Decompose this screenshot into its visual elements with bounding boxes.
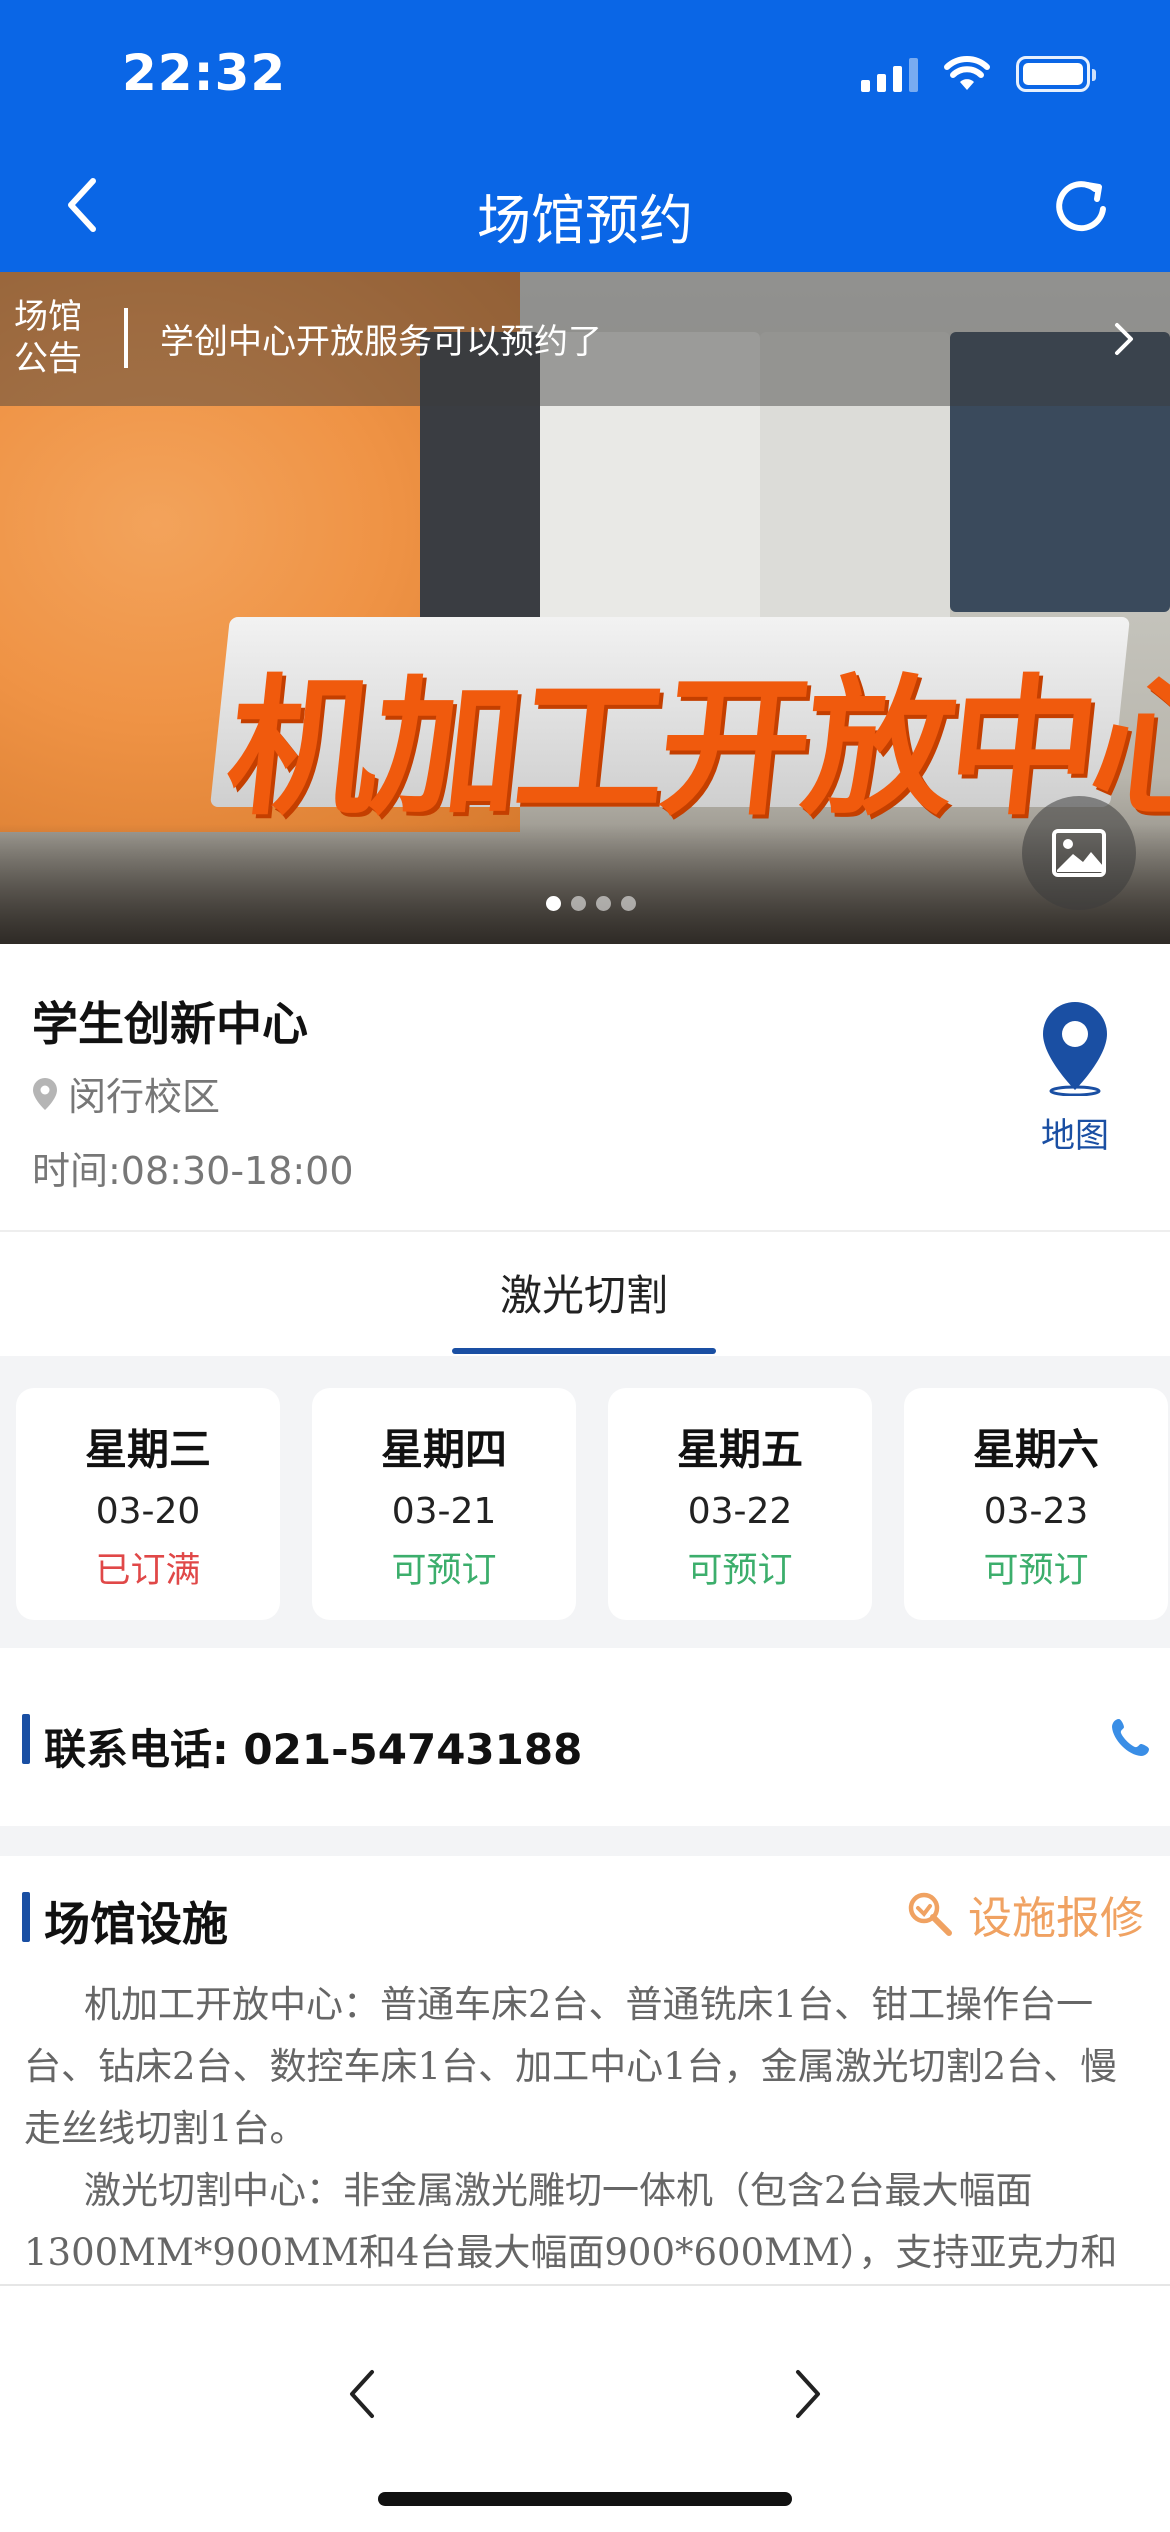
wifi-icon [944, 56, 990, 90]
location-pin-icon [33, 1077, 57, 1110]
refresh-button[interactable] [1046, 172, 1116, 242]
image-icon [1052, 829, 1106, 877]
date-card-0320[interactable]: 星期三 03-20 已订满 [16, 1388, 280, 1620]
banner-sign-text: 机加工开放中心 [219, 662, 1170, 836]
venue-campus: 闵行校区 [32, 1066, 220, 1121]
tab-active-indicator [452, 1348, 716, 1354]
previous-page-button[interactable] [332, 2354, 392, 2434]
map-button[interactable]: 地图 [1030, 1000, 1120, 1157]
banner-floor [0, 824, 1170, 944]
venue-campus-text: 闵行校区 [68, 1075, 221, 1119]
date-card-0323[interactable]: 星期六 03-23 可预订 [904, 1388, 1168, 1620]
date-card-weekday: 星期五 [676, 1425, 803, 1474]
contact-section: 联系电话: 021-54743188 [0, 1648, 1170, 1826]
carousel-dot[interactable] [596, 896, 611, 911]
wrench-icon [908, 1892, 952, 1936]
facilities-paragraph: 激光切割中心：非金属激光雕切一体机（包含2台最大幅面1300MM*900MM和4… [24, 2169, 1118, 2274]
gallery-button[interactable] [1022, 796, 1136, 910]
chevron-right-icon [1106, 316, 1142, 362]
phone-icon [1112, 1719, 1149, 1756]
date-card-weekday: 星期四 [380, 1425, 507, 1474]
battery-icon [1016, 56, 1096, 92]
page-title: 场馆预约 [477, 189, 693, 252]
section-gap [0, 1826, 1170, 1856]
call-button[interactable] [1106, 1712, 1156, 1762]
date-card-status: 可预订 [391, 1551, 497, 1591]
chevron-right-icon [796, 2370, 820, 2418]
date-card-weekday: 星期六 [972, 1425, 1099, 1474]
date-card-status: 可预订 [983, 1551, 1089, 1591]
date-card-status: 可预订 [687, 1551, 793, 1591]
app-header: 22:32 场馆预约 [0, 0, 1170, 272]
home-indicator[interactable] [378, 2492, 792, 2506]
venue-name: 学生创新中心 [32, 997, 308, 1051]
date-card-date: 03-22 [687, 1491, 793, 1532]
carousel-dot[interactable] [621, 896, 636, 911]
refresh-icon [1056, 181, 1106, 232]
map-label: 地图 [1041, 1116, 1109, 1156]
cellular-signal-icon [861, 56, 918, 92]
date-card-0321[interactable]: 星期四 03-21 可预订 [312, 1388, 576, 1620]
divider [0, 1230, 1170, 1232]
announcement-text: 学创中心开放服务可以预约了 [160, 322, 602, 362]
facilities-description: 机加工开放中心：普通车床2台、普通铣床1台、钳工操作台一台、钻床2台、数控车床1… [24, 1974, 1148, 2284]
bottom-toolbar [0, 2284, 1170, 2532]
carousel-dot[interactable] [571, 896, 586, 911]
date-card-date: 03-23 [983, 1491, 1089, 1532]
tab-laser-cutting[interactable]: 激光切割 [452, 1262, 716, 1323]
facility-repair-button[interactable]: 设施报修 [904, 1882, 1144, 1946]
carousel-dots [546, 896, 636, 911]
chevron-left-icon [350, 2370, 374, 2418]
date-card-weekday: 星期三 [84, 1425, 211, 1474]
facilities-paragraph: 机加工开放中心：普通车床2台、普通铣床1台、钳工操作台一台、钻床2台、数控车床1… [24, 1983, 1118, 2150]
announcement-bar[interactable]: 场馆公告 学创中心开放服务可以预约了 [0, 272, 1170, 406]
date-card-status: 已订满 [95, 1551, 201, 1591]
status-time: 22:32 [122, 44, 287, 102]
venue-hours: 时间:08:30-18:00 [32, 1149, 354, 1193]
map-pin-icon [1043, 1002, 1107, 1097]
facility-repair-label: 设施报修 [968, 1893, 1144, 1944]
section-marker [22, 1892, 30, 1942]
announcement-label: 场馆公告 [14, 297, 82, 379]
date-card-0322[interactable]: 星期五 03-22 可预订 [608, 1388, 872, 1620]
date-card-date: 03-20 [95, 1491, 201, 1532]
next-page-button[interactable] [778, 2354, 838, 2434]
status-icons [861, 56, 1096, 92]
announcement-divider [124, 308, 128, 368]
date-card-date: 03-21 [391, 1491, 497, 1532]
contact-phone-label: 联系电话: 021-54743188 [44, 1725, 583, 1774]
section-marker [22, 1714, 30, 1764]
facilities-title: 场馆设施 [44, 1897, 228, 1951]
carousel-dot[interactable] [546, 896, 561, 911]
